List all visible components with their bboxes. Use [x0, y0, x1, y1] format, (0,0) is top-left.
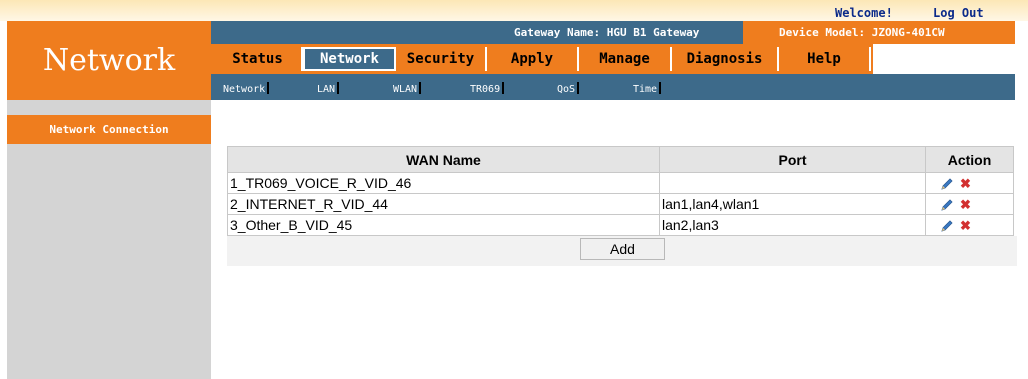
device-model: Device Model: JZONG-401CW	[779, 26, 945, 39]
action-cell: ✖	[925, 193, 1014, 215]
pencil-icon[interactable]	[940, 198, 954, 212]
add-row: Add	[227, 236, 1017, 266]
table-header-row: WAN Name Port Action	[227, 146, 1014, 173]
main-nav: Status Network Security Apply Manage Dia…	[211, 44, 1015, 74]
main-content: WAN Name Port Action 1_TR069_VOICE_R_VID…	[227, 146, 1017, 266]
tabbar-spacer	[873, 44, 1015, 74]
pencil-icon[interactable]	[940, 219, 954, 233]
action-cell: ✖	[925, 214, 1014, 236]
x-icon[interactable]: ✖	[960, 219, 972, 233]
tab-status[interactable]: Status	[214, 47, 303, 71]
gateway-name: Gateway Name: HGU B1 Gateway	[514, 26, 700, 39]
pencil-icon[interactable]	[940, 177, 954, 191]
col-port: Port	[659, 146, 926, 173]
logout-link[interactable]: Log Out	[933, 6, 984, 20]
subtab-lan[interactable]: LAN	[317, 82, 339, 95]
x-icon[interactable]: ✖	[960, 177, 972, 191]
table-row: 2_INTERNET_R_VID_44 lan1,lan4,wlan1 ✖	[227, 193, 1014, 215]
sidebar-item-network-connection[interactable]: Network Connection	[7, 115, 211, 144]
wan-name-cell: 2_INTERNET_R_VID_44	[227, 193, 660, 215]
sub-nav: Network LAN WLAN TR069 QoS Time	[211, 74, 1015, 100]
port-cell: lan2,lan3	[659, 214, 926, 236]
subtab-qos[interactable]: QoS	[557, 82, 579, 95]
col-action: Action	[925, 146, 1014, 173]
wan-name-cell: 3_Other_B_VID_45	[227, 214, 660, 236]
tab-diagnosis[interactable]: Diagnosis	[672, 47, 779, 71]
col-wan-name: WAN Name	[227, 146, 660, 173]
subtab-tr069[interactable]: TR069	[470, 82, 504, 95]
info-bar: Gateway Name: HGU B1 Gateway Device Mode…	[211, 21, 1015, 44]
wan-table: WAN Name Port Action 1_TR069_VOICE_R_VID…	[227, 146, 1014, 236]
tab-apply[interactable]: Apply	[487, 47, 579, 71]
port-cell	[659, 172, 926, 194]
sidebar: Network Connection	[7, 100, 211, 379]
tab-help[interactable]: Help	[779, 47, 871, 71]
wan-name-cell: 1_TR069_VOICE_R_VID_46	[227, 172, 660, 194]
section-logo-title: Network	[7, 21, 211, 100]
table-row: 1_TR069_VOICE_R_VID_46 ✖	[227, 172, 1014, 194]
x-icon[interactable]: ✖	[960, 198, 972, 212]
tab-security[interactable]: Security	[396, 47, 487, 71]
subtab-wlan[interactable]: WLAN	[393, 82, 421, 95]
table-row: 3_Other_B_VID_45 lan2,lan3 ✖	[227, 214, 1014, 236]
tab-network[interactable]: Network	[303, 47, 396, 71]
welcome-text: Welcome!	[835, 6, 893, 20]
top-strip: Welcome! Log Out	[0, 0, 1028, 21]
tab-manage[interactable]: Manage	[579, 47, 672, 71]
subtab-time[interactable]: Time	[633, 82, 661, 95]
action-cell: ✖	[925, 172, 1014, 194]
add-button[interactable]: Add	[580, 238, 665, 260]
port-cell: lan1,lan4,wlan1	[659, 193, 926, 215]
subtab-network[interactable]: Network	[223, 82, 269, 95]
device-model-box: Device Model: JZONG-401CW	[743, 21, 1015, 44]
